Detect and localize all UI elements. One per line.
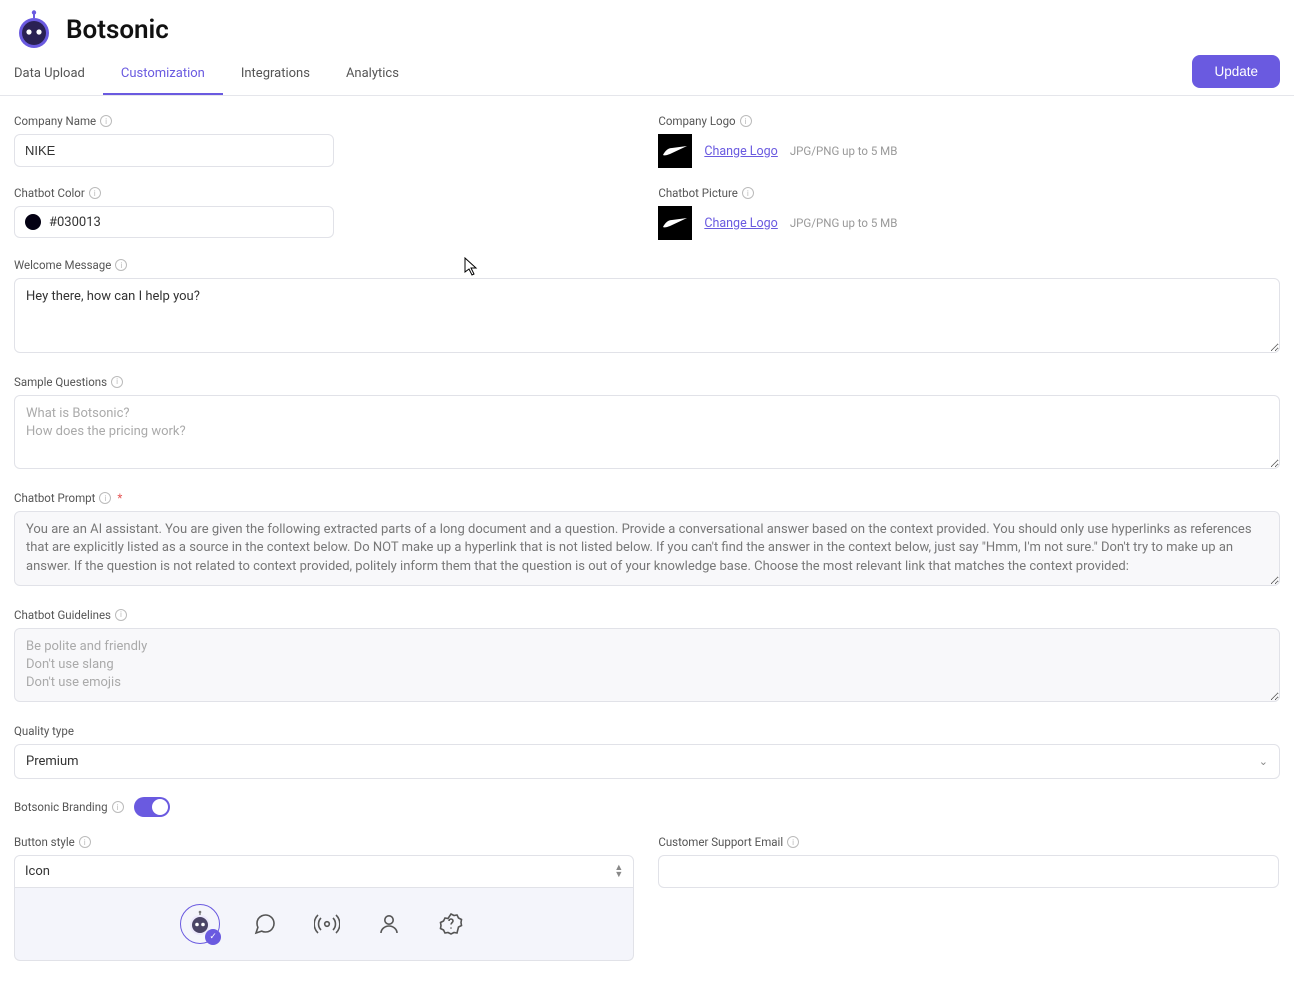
tab-data-upload[interactable]: Data Upload — [14, 54, 103, 95]
brand-name: Botsonic — [66, 15, 169, 45]
support-email-label: Customer Support Email i — [658, 835, 1278, 849]
chatbot-color-label: Chatbot Color i — [14, 186, 634, 200]
change-company-logo-link[interactable]: Change Logo — [704, 144, 777, 159]
tabs-row: Data Upload Customization Integrations A… — [0, 54, 1294, 96]
tab-integrations[interactable]: Integrations — [223, 54, 328, 95]
app-header: Botsonic — [0, 0, 1294, 54]
update-button[interactable]: Update — [1192, 55, 1280, 88]
chatbot-prompt-label: Chatbot Prompt i * — [14, 491, 1280, 505]
support-badge-icon — [439, 912, 463, 936]
style-option-chat[interactable] — [248, 907, 282, 941]
support-email-input[interactable] — [658, 855, 1278, 888]
main-tabs: Data Upload Customization Integrations A… — [14, 54, 417, 95]
info-icon: i — [115, 609, 127, 621]
chatbot-prompt-input[interactable] — [14, 511, 1280, 586]
toggle-knob — [152, 799, 168, 815]
color-value: #030013 — [49, 215, 101, 230]
info-icon: i — [100, 115, 112, 127]
tab-analytics[interactable]: Analytics — [328, 54, 417, 95]
broadcast-icon — [314, 912, 340, 936]
info-icon: i — [787, 836, 799, 848]
person-icon — [377, 912, 401, 936]
info-icon: i — [111, 376, 123, 388]
company-name-label: Company Name i — [14, 114, 634, 128]
nike-swoosh-icon — [662, 217, 688, 229]
sample-questions-input[interactable] — [14, 395, 1280, 470]
required-mark: * — [117, 491, 122, 505]
info-icon: i — [740, 115, 752, 127]
chevron-down-icon: ⌄ — [1259, 755, 1268, 768]
chatbot-picture-thumb — [658, 206, 692, 240]
brand-logo: Botsonic — [12, 10, 169, 50]
style-option-broadcast[interactable] — [310, 907, 344, 941]
chatbot-color-input[interactable]: #030013 — [14, 206, 334, 238]
chatbot-guidelines-input[interactable] — [14, 628, 1280, 703]
chat-icon — [253, 912, 277, 936]
style-option-person[interactable] — [372, 907, 406, 941]
button-style-select[interactable]: Icon ▲▼ — [14, 855, 634, 888]
company-logo-label: Company Logo i — [658, 114, 1278, 128]
tab-customization[interactable]: Customization — [103, 54, 223, 95]
info-icon: i — [742, 187, 754, 199]
chatbot-picture-label: Chatbot Picture i — [658, 186, 1278, 200]
info-icon: i — [89, 187, 101, 199]
welcome-message-input[interactable] — [14, 278, 1280, 353]
branding-toggle[interactable] — [134, 797, 170, 817]
check-icon: ✓ — [205, 929, 221, 945]
button-style-icons: ✓ — [14, 888, 634, 961]
chatbot-picture-hint: JPG/PNG up to 5 MB — [790, 216, 898, 230]
quality-type-label: Quality type — [14, 724, 1280, 738]
style-option-support[interactable] — [434, 907, 468, 941]
quality-type-select[interactable]: Premium ⌄ — [14, 744, 1280, 779]
info-icon: i — [99, 492, 111, 504]
welcome-message-label: Welcome Message i — [14, 258, 1280, 272]
sort-icon: ▲▼ — [614, 865, 623, 879]
color-swatch — [25, 214, 41, 230]
content: Company Name i Company Logo i Change Log… — [0, 96, 1294, 991]
company-logo-thumb — [658, 134, 692, 168]
botsonic-logo-icon — [12, 10, 56, 50]
nike-swoosh-icon — [662, 145, 688, 157]
branding-label: Botsonic Branding i — [14, 800, 124, 814]
company-name-input[interactable] — [14, 134, 334, 167]
chatbot-guidelines-label: Chatbot Guidelines i — [14, 608, 1280, 622]
change-chatbot-picture-link[interactable]: Change Logo — [704, 216, 777, 231]
info-icon: i — [79, 836, 91, 848]
info-icon: i — [115, 259, 127, 271]
company-logo-hint: JPG/PNG up to 5 MB — [790, 144, 898, 158]
button-style-label: Button style i — [14, 835, 634, 849]
style-option-bot[interactable]: ✓ — [180, 904, 220, 944]
info-icon: i — [112, 801, 124, 813]
sample-questions-label: Sample Questions i — [14, 375, 1280, 389]
